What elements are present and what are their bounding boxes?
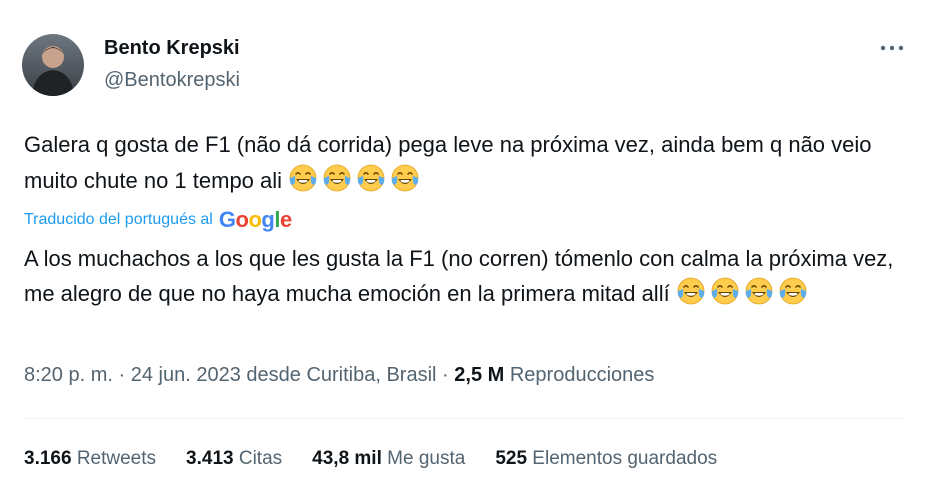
face-with-tears-of-joy-emoji: [744, 276, 774, 306]
face-with-tears-of-joy-emoji: [390, 163, 420, 193]
tweet-stats: 3.166 Retweets 3.413 Citas 43,8 mil Me g…: [24, 448, 747, 470]
tweet-location: desde Curitiba, Brasil: [246, 364, 437, 386]
quotes-label: Citas: [238, 448, 283, 469]
translation-label[interactable]: Traducido del portugués al: [24, 211, 213, 229]
views-count: 2,5 M: [454, 364, 505, 386]
tweet-emoji-group: [288, 164, 424, 193]
author-name[interactable]: Bento Krepski: [104, 37, 240, 60]
views-label: Reproducciones: [509, 364, 655, 386]
retweets-count: 3.166: [24, 448, 72, 469]
likes-count: 43,8 mil: [312, 448, 382, 469]
face-with-tears-of-joy-emoji: [710, 276, 740, 306]
face-with-tears-of-joy-emoji: [322, 163, 352, 193]
face-with-tears-of-joy-emoji: [288, 163, 318, 193]
face-with-tears-of-joy-emoji: [356, 163, 386, 193]
tweet-time[interactable]: 8:20 p. m.: [24, 364, 113, 386]
likes-stat[interactable]: 43,8 mil Me gusta: [312, 448, 465, 470]
translated-text: A los muchachos a los que les gusta la F…: [24, 242, 904, 311]
avatar[interactable]: [22, 34, 84, 96]
tweet-date[interactable]: 24 jun. 2023: [131, 364, 241, 386]
google-logo: Google: [218, 207, 292, 232]
tweet-meta: 8:20 p. m. · 24 jun. 2023 desde Curitiba…: [24, 364, 655, 386]
face-with-tears-of-joy-emoji: [778, 276, 808, 306]
translated-emoji-group: [676, 277, 812, 306]
tweet-text-content: Galera q gosta de F1 (não dá corrida) pe…: [24, 132, 872, 193]
quotes-stat[interactable]: 3.413 Citas: [186, 448, 282, 470]
divider: [24, 418, 906, 419]
tweet-text: Galera q gosta de F1 (não dá corrida) pe…: [24, 127, 904, 199]
bookmarks-stat[interactable]: 525 Elementos guardados: [495, 448, 717, 470]
bookmarks-label: Elementos guardados: [532, 448, 718, 469]
bookmarks-count: 525: [495, 448, 528, 469]
author-handle[interactable]: @Bentokrepski: [104, 69, 240, 92]
face-with-tears-of-joy-emoji: [676, 276, 706, 306]
quotes-count: 3.413: [186, 448, 234, 469]
retweets-label: Retweets: [76, 448, 157, 469]
likes-label: Me gusta: [387, 448, 466, 469]
more-options-icon[interactable]: [878, 38, 906, 58]
translation-attribution[interactable]: Traducido del portugués al Google: [24, 207, 292, 233]
retweets-stat[interactable]: 3.166 Retweets: [24, 448, 156, 470]
